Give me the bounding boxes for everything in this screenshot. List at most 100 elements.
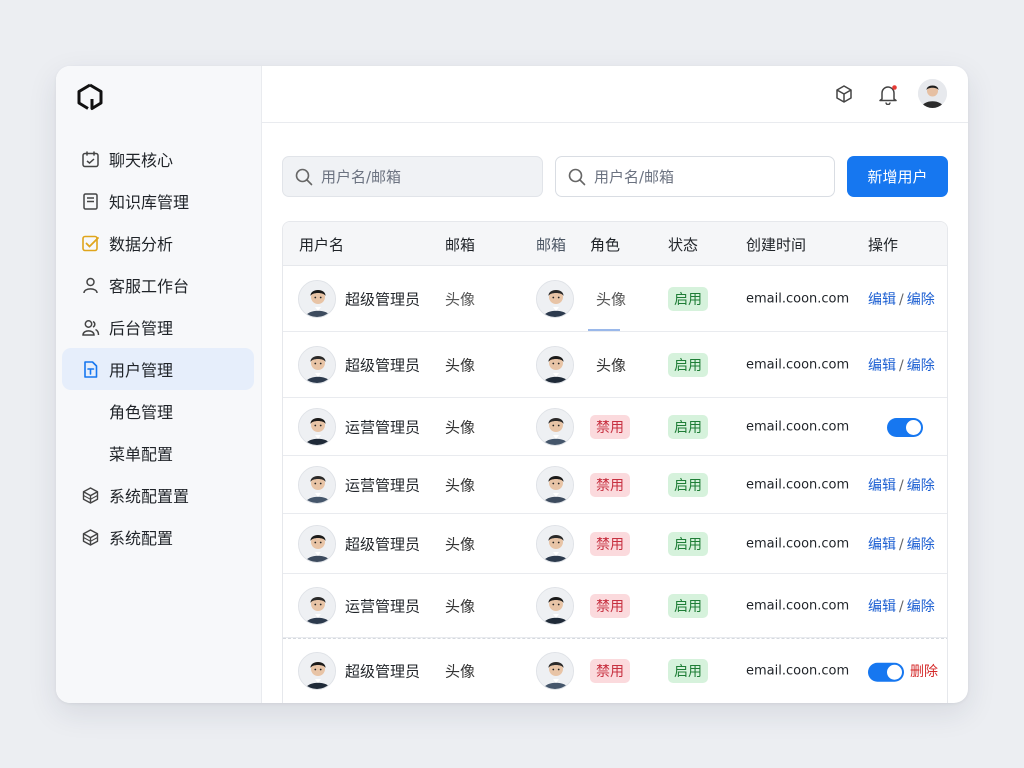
row-actions: 编辑 / 编除 [868,475,935,495]
avatar-label: 头像 [445,290,476,308]
role-tag: 禁用 [590,414,630,439]
header-role: 角色 [590,236,621,254]
email-text: email.coon.com [746,357,850,372]
sidebar-item-8[interactable]: 系统配置置 [62,474,254,516]
cube-icon[interactable] [832,82,856,106]
sidebar-item-4[interactable]: 后台管理 [62,306,254,348]
header-created: 创建时间 [746,236,807,254]
row-actions: 编辑 / 编除 [868,355,935,375]
enable-toggle[interactable] [868,662,904,682]
delete-link[interactable]: 编除 [907,478,935,494]
delete-link[interactable]: 编除 [907,537,935,553]
user-avatar [298,279,336,318]
search-input-primary[interactable] [321,167,521,186]
selection-underline [588,329,620,331]
status-badge: 启用 [668,352,708,377]
app-window: 聊天核心知识库管理数据分析客服工作台后台管理用户管理角色管理菜单配置系统配置置系… [56,66,968,703]
header-email: 邮箱 [445,236,476,254]
header-status: 状态 [668,236,699,254]
username: 超级管理员 [345,356,421,374]
email-text: email.coon.com [746,477,850,492]
search-icon [568,168,586,185]
table-row[interactable]: 运营管理员 头像 禁用 启用 email.coon.com [283,398,947,456]
sidebar-item-6[interactable]: 角色管理 [62,390,254,432]
sidebar-item-label: 菜单配置 [109,445,174,464]
user-photo [536,586,574,625]
table-row[interactable]: 超级管理员 头像 禁用 启用 email.coon.com 编辑 / 编除 [283,514,947,574]
sidebar-item-5[interactable]: 用户管理 [62,348,254,390]
role-label: 头像 [596,290,627,308]
sidebar-item-label: 用户管理 [109,361,174,380]
sidebar-item-label: 后台管理 [109,319,174,338]
role-tag: 禁用 [590,472,630,497]
status-badge: 启用 [668,286,708,311]
delete-link[interactable]: 编除 [907,358,935,374]
sidebar-item-label: 聊天核心 [109,151,174,170]
user-avatar [298,586,336,625]
user-photo [536,652,574,690]
user-photo [536,407,574,446]
calendar-icon [80,149,100,169]
table-row[interactable]: 运营管理员 头像 禁用 启用 email.coon.com 编辑 / 编除 [283,456,947,514]
search-box-primary[interactable] [282,156,543,197]
role-tag: 禁用 [590,593,630,618]
username: 运营管理员 [345,476,421,494]
row-actions: 编辑 / 编除 [868,534,935,554]
sidebar-item-2[interactable]: 数据分析 [62,222,254,264]
file-icon [80,359,100,379]
delete-link[interactable]: 编除 [907,292,935,308]
username: 超级管理员 [345,290,421,308]
delete-link[interactable]: 编除 [907,599,935,615]
username: 超级管理员 [345,662,421,681]
edit-link[interactable]: 编辑 [868,358,896,374]
enable-toggle[interactable] [887,417,923,437]
role-label: 头像 [596,356,627,374]
avatar-label: 头像 [445,662,476,681]
status-badge: 启用 [668,414,708,439]
user-avatar [298,407,336,446]
table-row[interactable]: 超级管理员 头像 禁用 启用 email.coon.com 删除 [283,638,947,703]
action-separator: / [899,357,904,374]
search-box-secondary[interactable] [555,156,835,197]
avatar-label: 头像 [445,597,476,615]
action-separator: / [899,598,904,615]
sidebar-item-3[interactable]: 客服工作台 [62,264,254,306]
email-text: email.coon.com [746,663,850,679]
table-header: 用户名 邮箱 邮箱 角色 状态 创建时间 操作 [283,222,947,266]
email-text: email.coon.com [746,419,850,434]
status-badge: 启用 [668,593,708,618]
user-avatar [298,652,336,690]
user-avatar [298,345,336,384]
sidebar-nav: 聊天核心知识库管理数据分析客服工作台后台管理用户管理角色管理菜单配置系统配置置系… [62,138,254,558]
user-photo [536,345,574,384]
header-actions: 操作 [868,236,899,254]
status-badge: 启用 [668,472,708,497]
sidebar-item-7[interactable]: 菜单配置 [62,432,254,474]
sidebar-item-0[interactable]: 聊天核心 [62,138,254,180]
sidebar-item-label: 知识库管理 [109,193,190,212]
sidebar-item-1[interactable]: 知识库管理 [62,180,254,222]
table-row[interactable]: 超级管理员 头像 头像 启用 email.coon.com 编辑 / 编除 [283,332,947,398]
top-bar [262,66,968,123]
edit-link[interactable]: 编辑 [868,599,896,615]
delete-link[interactable]: 删除 [910,664,938,680]
search-input-secondary[interactable] [594,167,794,186]
status-badge: 启用 [668,659,708,683]
edit-link[interactable]: 编辑 [868,292,896,308]
edit-link[interactable]: 编辑 [868,537,896,553]
user-avatar[interactable] [918,79,947,108]
sidebar: 聊天核心知识库管理数据分析客服工作台后台管理用户管理角色管理菜单配置系统配置置系… [56,66,262,703]
add-user-button[interactable]: 新增用户 [847,156,948,197]
avatar-label: 头像 [445,418,476,436]
table-row[interactable]: 运营管理员 头像 禁用 启用 email.coon.com 编辑 / 编除 [283,574,947,638]
table-row[interactable]: 超级管理员 头像 头像 启用 email.coon.com 编辑 / 编除 [283,266,947,332]
bell-icon[interactable] [876,82,900,106]
main-panel: 新增用户 用户名 邮箱 邮箱 角色 状态 创建时间 操作 超级管理员头像头像启用… [262,66,968,703]
row-actions: 编辑 / 编除 [868,289,935,309]
search-icon [295,168,313,185]
edit-link[interactable]: 编辑 [868,478,896,494]
sidebar-item-9[interactable]: 系统配置 [62,516,254,558]
sidebar-item-label: 系统配置置 [109,487,190,506]
sidebar-item-label: 客服工作台 [109,277,190,296]
user-avatar [298,465,336,504]
